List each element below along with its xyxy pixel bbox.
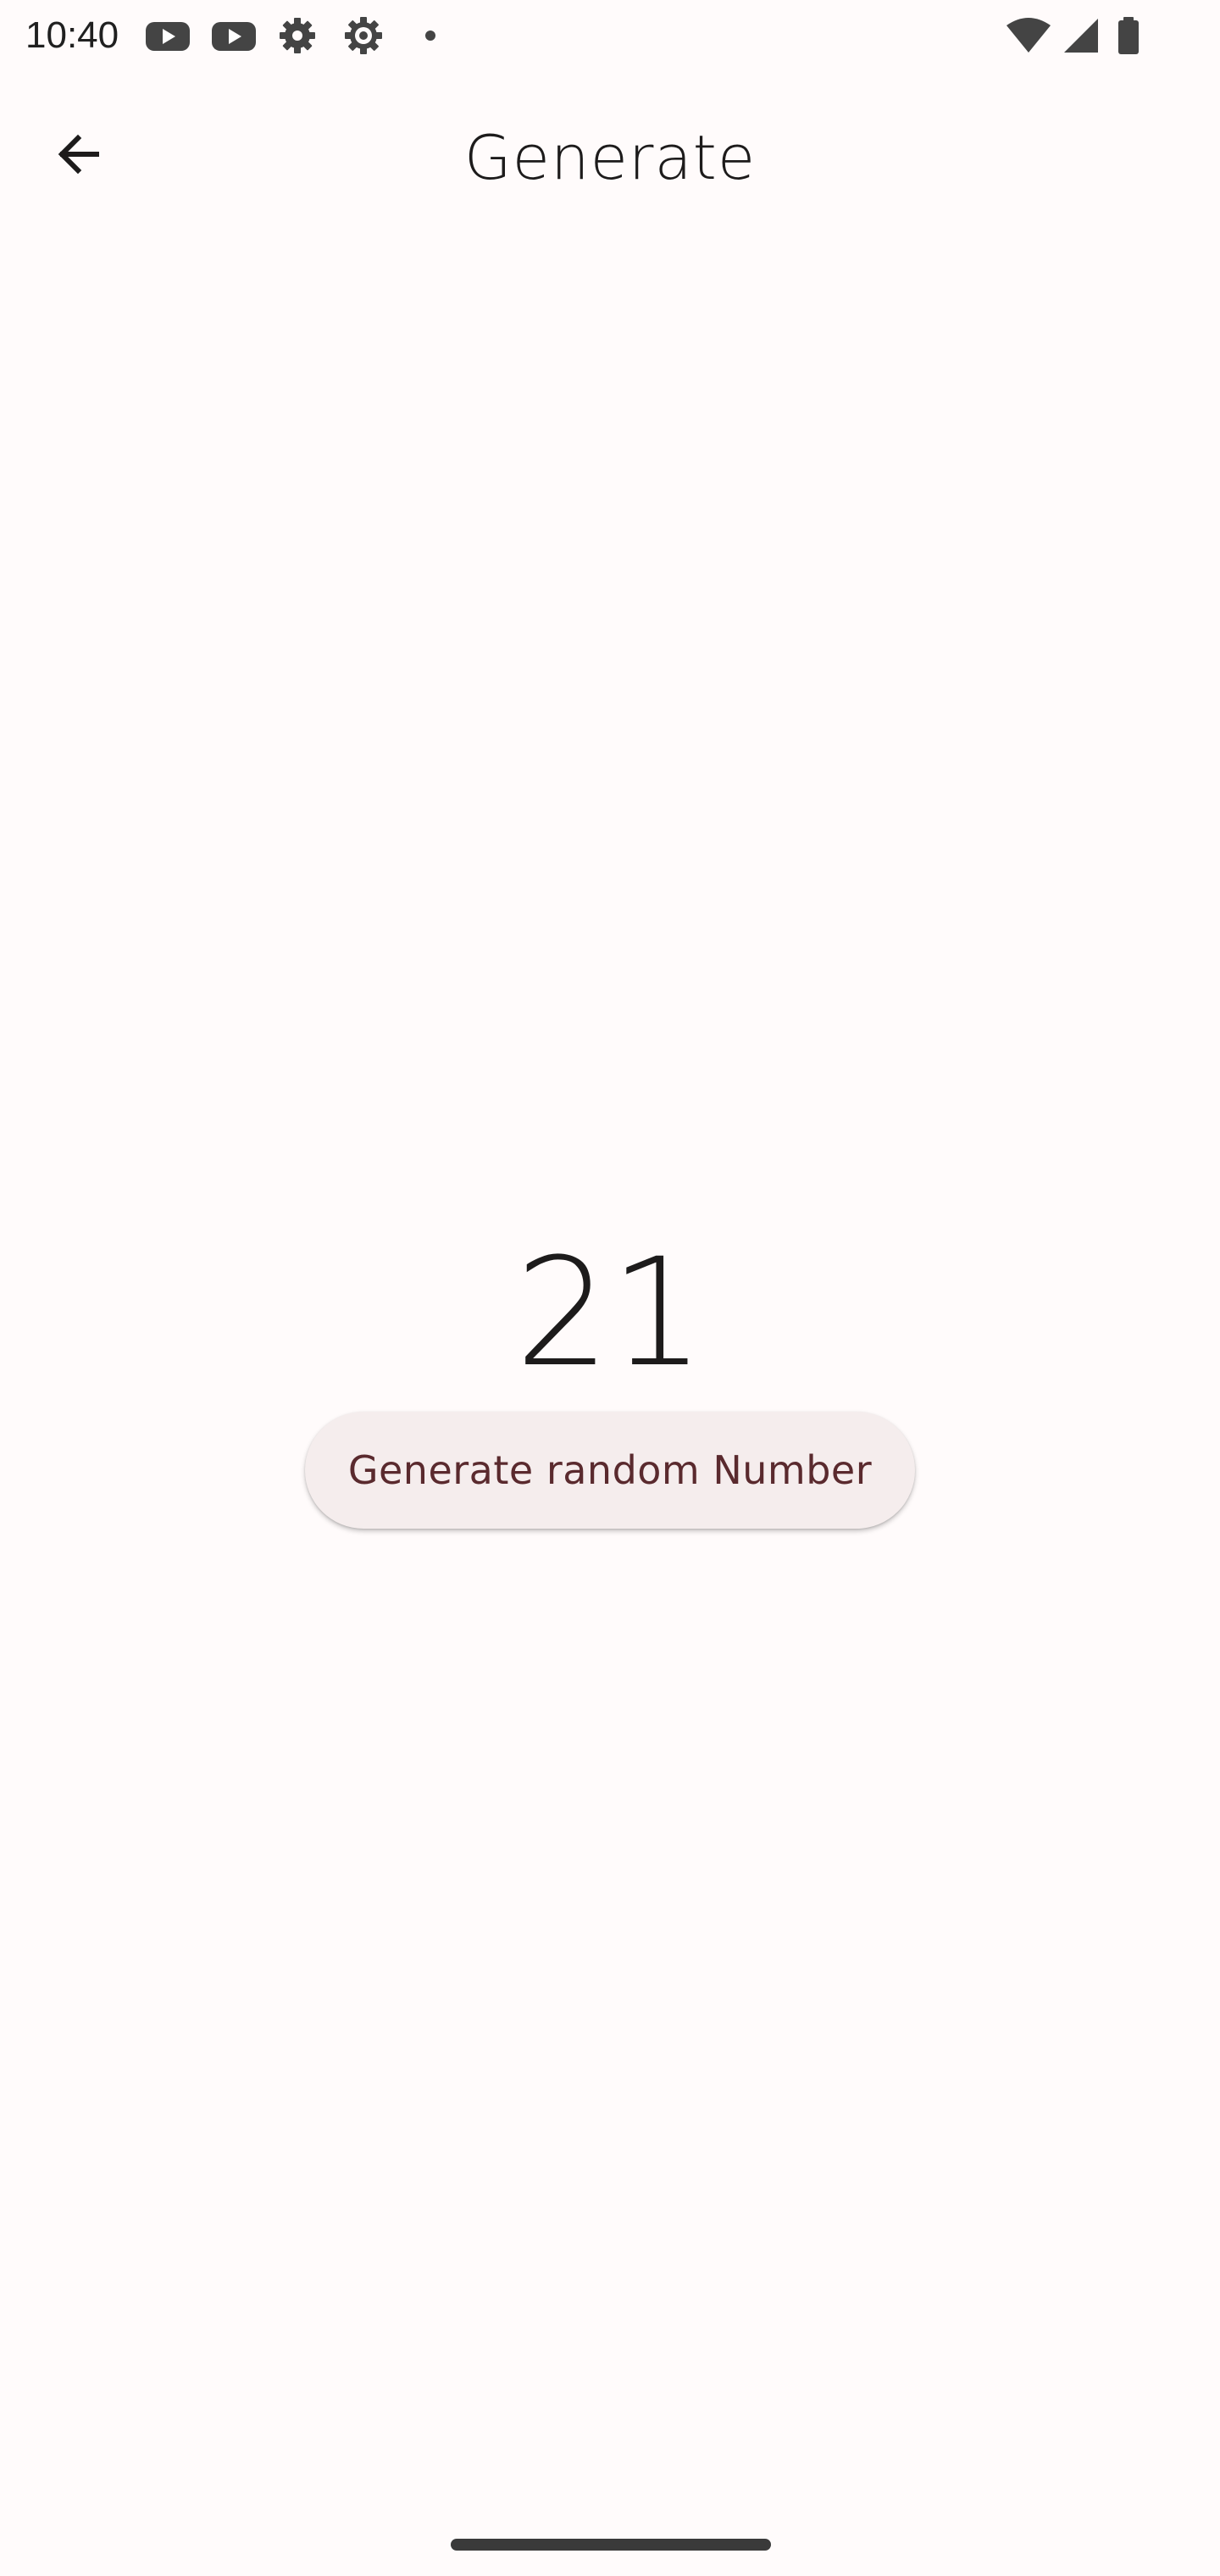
status-bar: 10:40 bbox=[0, 0, 1220, 71]
app-bar: Generate bbox=[0, 71, 1220, 241]
wifi-icon bbox=[1005, 15, 1052, 56]
random-number-display: 21 bbox=[515, 1226, 705, 1400]
dot-icon bbox=[422, 15, 439, 56]
generate-random-number-button[interactable]: Generate random Number bbox=[305, 1412, 915, 1529]
settings-icon bbox=[276, 15, 319, 56]
signal-icon bbox=[1061, 15, 1101, 56]
youtube-icon bbox=[144, 15, 191, 56]
gesture-navigation-bar[interactable] bbox=[451, 2539, 771, 2551]
battery-icon bbox=[1115, 15, 1142, 56]
status-time: 10:40 bbox=[25, 14, 119, 56]
generate-button-label: Generate random Number bbox=[347, 1447, 873, 1493]
youtube-icon bbox=[210, 15, 258, 56]
settings-icon bbox=[341, 15, 386, 56]
page-title: Generate bbox=[463, 122, 757, 193]
